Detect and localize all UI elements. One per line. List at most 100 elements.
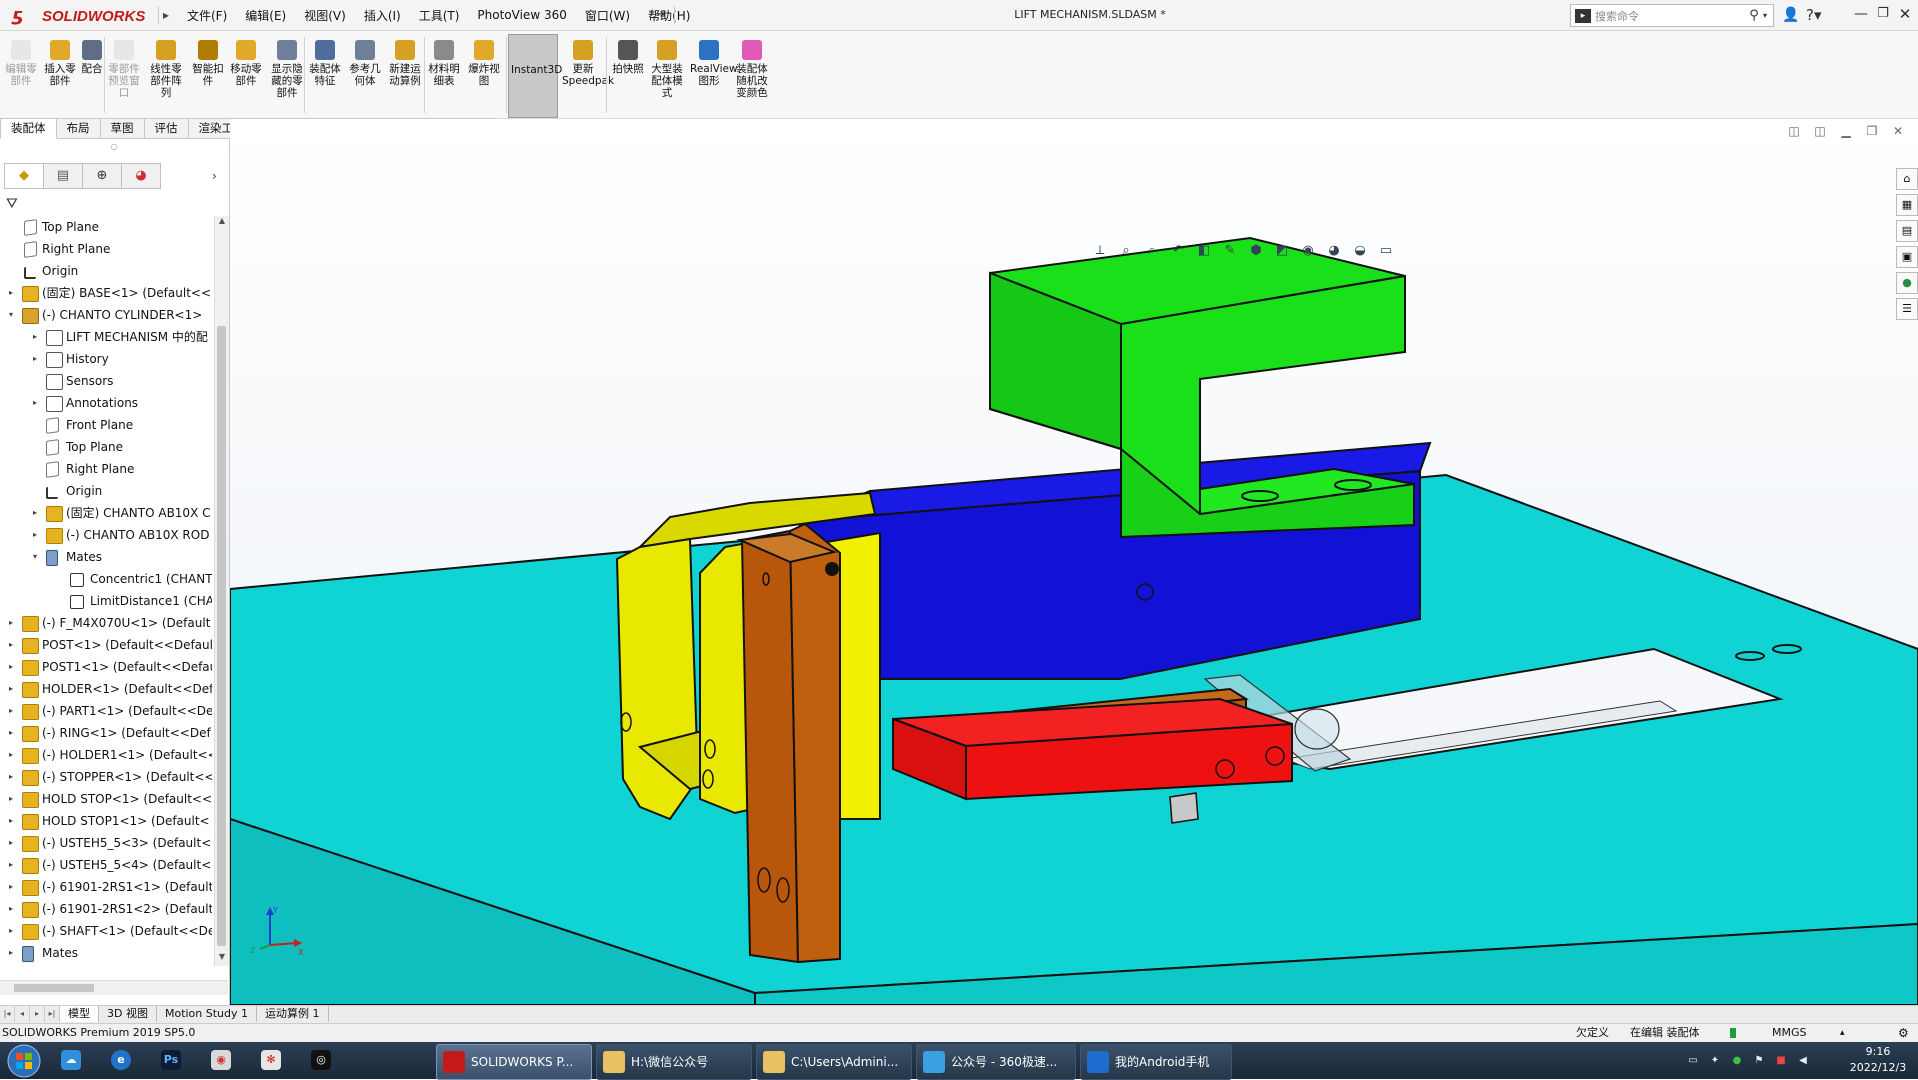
expand-arrow-icon[interactable]: ▸ [6,282,16,304]
expand-arrow-icon[interactable]: ▸ [6,942,16,964]
search-icon[interactable]: ⚲ [1745,8,1763,23]
tree-node[interactable]: ▸ (固定) CHANTO AB10X C [0,502,212,524]
tree-node[interactable]: Concentric1 (CHANT [0,568,212,590]
ribbon-button[interactable]: 线性零部件阵列 [144,34,188,116]
solidworks-logo[interactable]: ƽ SOLIDWORKS [12,4,162,28]
tree-node[interactable]: ▸ (-) 61901-2RS1<2> (Default [0,898,212,920]
taskbar-pinned-app[interactable]: ☁ [54,1045,88,1077]
ribbon-button[interactable]: 爆炸视图 [464,34,504,116]
tree-node[interactable]: LimitDistance1 (CHA [0,590,212,612]
panel-drag-handle[interactable]: ○ [104,142,124,152]
expand-arrow-icon[interactable]: ▸ [30,348,40,370]
taskbar-pinned-app[interactable]: ✻ [254,1045,288,1077]
expand-arrow-icon[interactable]: ▸ [6,766,16,788]
start-button-icon[interactable] [4,1043,44,1079]
menu-item[interactable]: 窗口(W) [576,7,639,24]
viewport-close-icon[interactable]: ✕ [1890,123,1906,139]
tree-node[interactable]: Origin [0,480,212,502]
zoom-to-fit-icon[interactable]: ⌕ [1116,241,1136,261]
prev-tab-icon[interactable]: ◂ [15,1006,30,1022]
menu-item[interactable]: 文件(F) [178,7,236,24]
graphics-viewport[interactable]: ⟂ ⌕ ⌕ ↶ ◧ ✎ ⬢ ◩ ◉ ◕ ◒ ▭ [230,119,1918,1005]
pin-menu-icon[interactable]: ⇥ [652,6,675,24]
ribbon-button[interactable]: 智能扣件 [190,34,226,116]
expand-arrow-icon[interactable]: ▸ [30,392,40,414]
pivot-pin[interactable] [825,562,839,576]
brown-post-front[interactable] [740,529,800,964]
search-input[interactable]: 搜索命令 [1595,8,1745,24]
search-dropdown-icon[interactable]: ▾ [1763,11,1773,20]
command-tab[interactable]: 布局 [56,118,101,139]
ribbon-button[interactable]: 装配体特征 [306,34,344,116]
tree-node[interactable]: ▸ (-) F_M4X070U<1> (Default [0,612,212,634]
taskbar-task[interactable]: H:\微信公众号 [596,1044,752,1080]
display-style-icon[interactable]: ◩ [1272,241,1292,261]
tree-node[interactable]: ▸ (固定) BASE<1> (Default<<D [0,282,212,304]
hscroll-thumb[interactable] [14,984,94,992]
viewport-minimize-icon[interactable]: ▁ [1838,123,1854,139]
menu-expand-arrow-icon[interactable]: ▸ [158,6,173,24]
ribbon-button[interactable]: 装配体随机改变颜色 [732,34,772,116]
resources-icon[interactable]: ▦ [1896,194,1918,216]
ribbon-button[interactable]: RealView图形 [688,34,738,116]
expand-arrow-icon[interactable]: ▸ [30,524,40,546]
flag-icon[interactable]: ⚑ [1752,1054,1766,1068]
tree-node[interactable]: ▾ Mates [0,546,212,568]
rod-end[interactable] [1294,708,1340,750]
tree-node[interactable]: ▸ HOLD STOP1<1> (Default< [0,810,212,832]
tree-node[interactable]: ▸ (-) SHAFT<1> (Default<<De [0,920,212,942]
unit-system[interactable]: MMGS [1772,1024,1807,1042]
command-tab[interactable]: 草图 [100,118,145,139]
expand-arrow-icon[interactable]: ▸ [30,502,40,524]
expand-arrow-icon[interactable]: ▸ [6,678,16,700]
expand-arrow-icon[interactable]: ▸ [6,876,16,898]
menu-item[interactable]: 视图(V) [295,7,355,24]
view-orientation-icon[interactable]: ⟂ [1090,241,1110,261]
file-explorer-icon[interactable]: ▤ [1896,220,1918,242]
taskbar-task[interactable]: 公众号 - 360极速... [916,1044,1076,1080]
apply-scene-icon[interactable]: ◒ [1350,241,1370,261]
custom-properties-icon[interactable]: ☰ [1896,298,1918,320]
command-search[interactable]: ▸ 搜索命令 ⚲ ▾ [1570,4,1774,27]
bottom-tab[interactable]: Motion Study 1 [157,1006,258,1022]
app-tray-icon[interactable]: ■ [1774,1054,1788,1068]
menu-item[interactable]: 插入(I) [355,7,410,24]
speaker-icon[interactable]: ◀ [1796,1054,1810,1068]
section-view-icon[interactable]: ◧ [1194,241,1214,261]
edit-appearance-icon[interactable]: ◕ [1324,241,1344,261]
tree-node[interactable]: ▸ POST1<1> (Default<<Defau [0,656,212,678]
filter-icon[interactable]: ⛛ [6,194,26,214]
expand-arrow-icon[interactable]: ▸ [6,634,16,656]
expand-arrow-icon[interactable]: ▸ [6,612,16,634]
expand-arrow-icon[interactable]: ▸ [6,854,16,876]
configuration-manager-tab-icon[interactable]: ⊕ [83,163,122,189]
expand-arrow-icon[interactable]: ▸ [6,656,16,678]
ribbon-button[interactable]: 显示隐藏的零部件 [268,34,306,116]
scroll-thumb[interactable] [217,326,226,946]
customize-icon[interactable]: ⚙ [1898,1024,1909,1042]
ribbon-button[interactable]: 编辑零部件 [2,34,40,116]
tree-hscrollbar[interactable] [0,980,228,995]
taskbar-pinned-app[interactable]: ◎ [304,1045,338,1077]
clock[interactable]: 9:16 2022/12/3 [1848,1044,1908,1078]
command-tab[interactable]: 评估 [144,118,189,139]
keyboard-icon[interactable]: ▭ [1686,1054,1700,1068]
last-tab-icon[interactable]: ▸| [45,1006,60,1022]
tree-node[interactable]: Right Plane [0,238,212,260]
appearances-icon[interactable]: ● [1896,272,1918,294]
hide-show-items-icon[interactable]: ◉ [1298,241,1318,261]
restore-icon[interactable]: ❐ [1874,5,1892,23]
tree-node[interactable]: ▸ (-) CHANTO AB10X ROD [0,524,212,546]
tree-node[interactable]: ▸ (-) PART1<1> (Default<<De [0,700,212,722]
tree-node[interactable]: ▾ (-) CHANTO CYLINDER<1> [0,304,212,326]
ribbon-button[interactable]: 材料明细表 [426,34,462,116]
hex-nut[interactable] [1169,792,1199,824]
ribbon-button[interactable]: 移动零部件 [226,34,266,116]
tree-node[interactable]: Front Plane [0,414,212,436]
expand-arrow-icon[interactable]: ▸ [6,722,16,744]
cylinder-port[interactable] [1136,583,1154,601]
ribbon-button[interactable]: 零部件预览窗口 [106,34,142,116]
view-palette-icon[interactable]: ▣ [1896,246,1918,268]
ribbon-button[interactable]: 新建运动算例 [386,34,424,116]
assembly-model[interactable] [230,119,1918,1005]
